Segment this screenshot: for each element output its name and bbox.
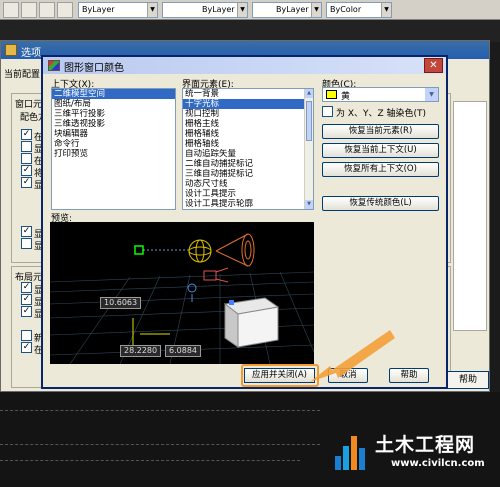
watermark: 土木工程网 www.civilcn.com (333, 428, 499, 484)
annotation-arrow-icon (310, 330, 395, 382)
watermark-text: 土木工程网 (375, 434, 476, 456)
screen: ByLayer ▼ ByLayer ▼ ByLayer ▼ ByColor ▼ 选项 当… (0, 0, 500, 487)
watermark-logo-icon (335, 436, 365, 470)
watermark-url: www.civilcn.com (391, 458, 485, 469)
